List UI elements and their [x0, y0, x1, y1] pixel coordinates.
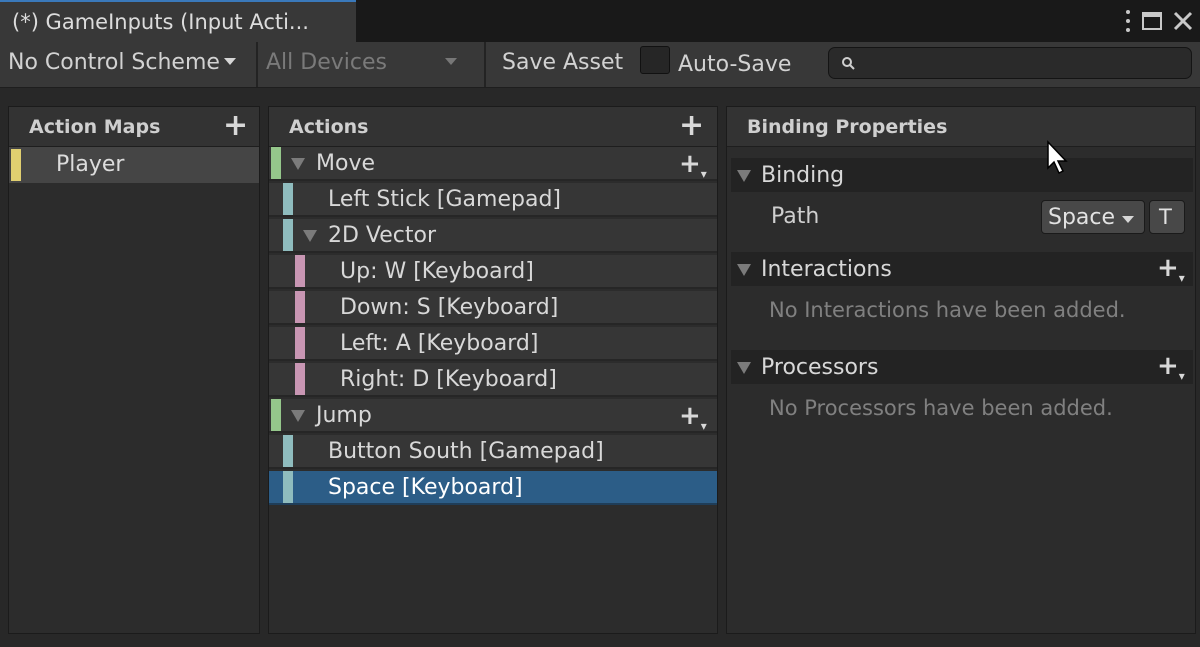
binding-label: Left Stick [Gamepad] [328, 187, 561, 212]
interactions-section-label: Interactions [761, 257, 892, 282]
binding-label: Space [Keyboard] [328, 475, 523, 500]
composite-part-row[interactable]: Left: A [Keyboard] [269, 327, 717, 361]
chevron-down-icon [444, 57, 457, 65]
add-binding-dropdown-icon[interactable]: +▾ [679, 403, 707, 433]
add-processor-icon[interactable]: +▾ [1157, 353, 1185, 383]
expand-triangle-icon[interactable] [291, 410, 305, 422]
part-label: Up: W [Keyboard] [340, 259, 534, 284]
toolbar: No Control Scheme All Devices Save Asset… [0, 42, 1200, 88]
actions-panel: Actions + Move +▾ Left Stick [Gamepad] 2… [268, 106, 718, 634]
action-row-jump[interactable]: Jump +▾ [269, 399, 717, 433]
composite-part-row[interactable]: Down: S [Keyboard] [269, 291, 717, 325]
plus-icon[interactable]: + [679, 111, 704, 141]
path-dropdown[interactable]: Space [1041, 200, 1145, 234]
binding-row-selected[interactable]: Space [Keyboard] [269, 471, 717, 505]
action-map-item-player[interactable]: Player [9, 147, 259, 183]
processors-empty-message: No Processors have been added. [769, 396, 1113, 420]
binding-color-bar [283, 219, 293, 251]
path-label: Path [771, 204, 820, 229]
expand-triangle-icon[interactable] [737, 170, 751, 182]
control-scheme-dropdown[interactable]: No Control Scheme [8, 50, 236, 75]
binding-section-label: Binding [761, 163, 845, 188]
binding-row[interactable]: Button South [Gamepad] [269, 435, 717, 469]
window-tab-title: (*) GameInputs (Input Acti... [12, 10, 309, 34]
actions-title: Actions [289, 116, 369, 138]
binding-row[interactable]: Left Stick [Gamepad] [269, 183, 717, 217]
processors-section-header[interactable]: Processors +▾ [731, 350, 1193, 384]
action-color-bar [271, 399, 281, 431]
window-tab-bar: (*) GameInputs (Input Acti... [0, 0, 1200, 42]
action-row-move[interactable]: Move +▾ [269, 147, 717, 181]
binding-properties-header: Binding Properties [727, 107, 1195, 147]
interactions-section-header[interactable]: Interactions +▾ [731, 252, 1193, 286]
part-label: Right: D [Keyboard] [340, 367, 557, 392]
toolbar-divider [484, 42, 486, 87]
composite-label: 2D Vector [328, 223, 437, 248]
window-controls [1124, 6, 1194, 36]
action-label: Jump [316, 403, 372, 428]
expand-triangle-icon[interactable] [737, 362, 751, 374]
part-label: Left: A [Keyboard] [340, 331, 539, 356]
chevron-down-icon [223, 57, 236, 65]
composite-row[interactable]: 2D Vector [269, 219, 717, 253]
binding-color-bar [283, 435, 293, 467]
part-label: Down: S [Keyboard] [340, 295, 559, 320]
t-button-label: T [1159, 205, 1172, 229]
binding-section-header[interactable]: Binding [731, 158, 1193, 192]
save-asset-label: Save Asset [502, 50, 624, 75]
action-map-color-bar [11, 149, 21, 181]
processors-section-label: Processors [761, 355, 879, 380]
binding-label: Button South [Gamepad] [328, 439, 604, 464]
maximize-icon[interactable] [1142, 12, 1162, 30]
binding-color-bar [283, 471, 293, 503]
auto-save-checkbox[interactable] [640, 46, 670, 74]
toolbar-divider [256, 42, 258, 87]
plus-icon[interactable]: + [223, 111, 248, 141]
part-color-bar [295, 291, 305, 323]
devices-dropdown[interactable]: All Devices [266, 50, 457, 75]
window-tab[interactable]: (*) GameInputs (Input Acti... [0, 0, 356, 42]
part-color-bar [295, 327, 305, 359]
composite-part-row[interactable]: Up: W [Keyboard] [269, 255, 717, 289]
action-maps-title: Action Maps [29, 116, 161, 138]
action-maps-panel: Action Maps + Player [8, 106, 260, 634]
path-value: Space [1048, 205, 1116, 230]
action-map-label: Player [56, 152, 125, 177]
text-mode-toggle-button[interactable]: T [1149, 200, 1185, 234]
binding-properties-panel: Binding Properties Binding Path Space T … [726, 106, 1196, 634]
interactions-empty-message: No Interactions have been added. [769, 298, 1126, 322]
composite-part-row[interactable]: Right: D [Keyboard] [269, 363, 717, 397]
action-color-bar [271, 147, 281, 179]
actions-header: Actions + [269, 107, 717, 147]
control-scheme-label: No Control Scheme [8, 50, 220, 75]
add-interaction-icon[interactable]: +▾ [1157, 255, 1185, 285]
expand-triangle-icon[interactable] [291, 158, 305, 170]
binding-properties-title: Binding Properties [747, 116, 948, 138]
devices-label: All Devices [266, 50, 387, 75]
close-icon[interactable] [1172, 10, 1194, 32]
action-maps-header: Action Maps + [9, 107, 259, 147]
kebab-menu-icon[interactable] [1124, 10, 1132, 32]
search-icon [842, 57, 855, 70]
auto-save-label: Auto-Save [678, 52, 792, 77]
expand-triangle-icon[interactable] [303, 230, 317, 242]
part-color-bar [295, 255, 305, 287]
part-color-bar [295, 363, 305, 395]
add-binding-dropdown-icon[interactable]: +▾ [679, 151, 707, 181]
action-label: Move [316, 151, 375, 176]
binding-color-bar [283, 183, 293, 215]
search-input[interactable] [828, 47, 1192, 79]
expand-triangle-icon[interactable] [737, 264, 751, 276]
save-asset-button[interactable]: Save Asset [502, 50, 623, 75]
chevron-down-icon [1122, 216, 1134, 223]
mouse-cursor-icon [1047, 140, 1068, 175]
